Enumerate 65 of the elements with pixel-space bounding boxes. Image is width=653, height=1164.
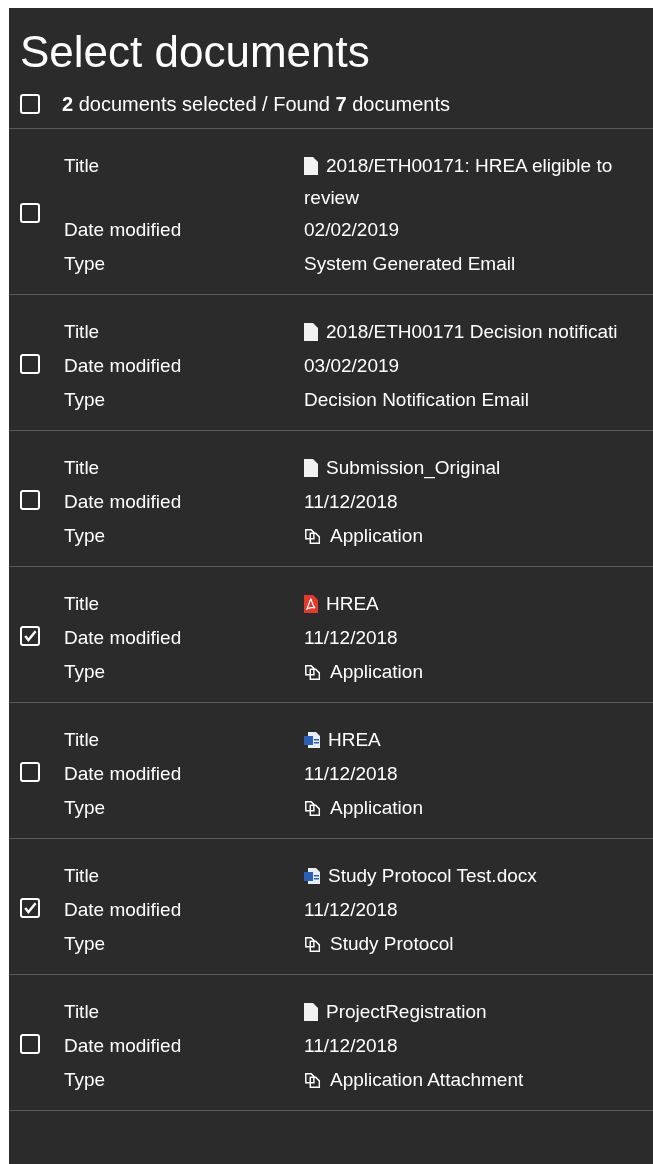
copy-icon [304, 1071, 322, 1089]
type-value: Decision Notification Email [304, 388, 529, 412]
document-title[interactable]: HREA [328, 723, 381, 757]
field-label: Date modified [64, 354, 183, 378]
document-title[interactable]: Submission_Original [326, 451, 501, 485]
word-document-icon [304, 867, 320, 885]
type-value: Application [330, 524, 423, 548]
date-value: 11/12/2018 [304, 490, 399, 514]
pdf-icon [304, 595, 318, 613]
field-label: Type [64, 252, 107, 276]
field-label: Type [64, 524, 107, 548]
checkbox[interactable] [20, 898, 40, 918]
date-value: 03/02/2019 [304, 354, 401, 378]
document-icon [304, 459, 318, 477]
document-title[interactable]: HREA [326, 587, 379, 621]
field-label: Title [64, 864, 101, 888]
field-label: Date modified [64, 1034, 183, 1058]
type-value: Application [330, 796, 423, 820]
copy-icon [304, 527, 322, 545]
selection-summary: 2 documents selected / Found 7 documents [62, 92, 450, 116]
field-label: Date modified [64, 898, 183, 922]
field-label: Type [64, 932, 107, 956]
checkbox[interactable] [20, 489, 40, 510]
document-title[interactable]: ProjectRegistration [326, 995, 487, 1029]
date-value: 11/12/2018 [304, 1034, 399, 1058]
field-label: Type [64, 388, 107, 412]
field-label: Title [64, 154, 101, 178]
field-label: Title [64, 456, 101, 480]
document-icon [304, 157, 318, 175]
field-label: Date modified [64, 762, 183, 786]
type-value: Study Protocol [330, 932, 454, 956]
type-value: System Generated Email [304, 252, 516, 276]
checkbox[interactable] [20, 353, 40, 374]
document-icon [304, 1003, 318, 1021]
page-title: Select documents [19, 26, 370, 78]
field-label: Date modified [64, 626, 183, 650]
checkbox[interactable] [20, 94, 40, 114]
field-label: Date modified [64, 218, 183, 242]
checkbox[interactable] [20, 1033, 40, 1054]
field-label: Type [64, 1068, 107, 1092]
field-label: Title [64, 320, 101, 344]
copy-icon [304, 799, 322, 817]
copy-icon [304, 663, 322, 681]
document-icon [304, 323, 318, 341]
checkbox[interactable] [20, 202, 40, 223]
type-value: Application Attachment [330, 1068, 524, 1092]
date-value: 11/12/2018 [304, 762, 399, 786]
type-value: Application [330, 660, 423, 684]
date-value: 11/12/2018 [304, 626, 399, 650]
field-label: Type [64, 796, 107, 820]
document-title[interactable]: Study Protocol Test.docx [328, 859, 537, 893]
checkbox[interactable] [20, 761, 40, 782]
field-label: Title [64, 1000, 101, 1024]
document-title[interactable]: 2018/ETH00171 Decision notificati [326, 315, 618, 349]
document-title[interactable]: review [304, 183, 613, 213]
date-value: 02/02/2019 [304, 218, 401, 242]
field-label: Title [64, 592, 101, 616]
field-label: Type [64, 660, 107, 684]
document-title[interactable]: 2018/ETH00171: HREA eligible to [326, 149, 613, 183]
checkbox[interactable] [20, 626, 40, 646]
field-label: Title [64, 728, 101, 752]
copy-icon [304, 935, 322, 953]
field-label: Date modified [64, 490, 183, 514]
date-value: 11/12/2018 [304, 898, 399, 922]
word-document-icon [304, 731, 320, 749]
